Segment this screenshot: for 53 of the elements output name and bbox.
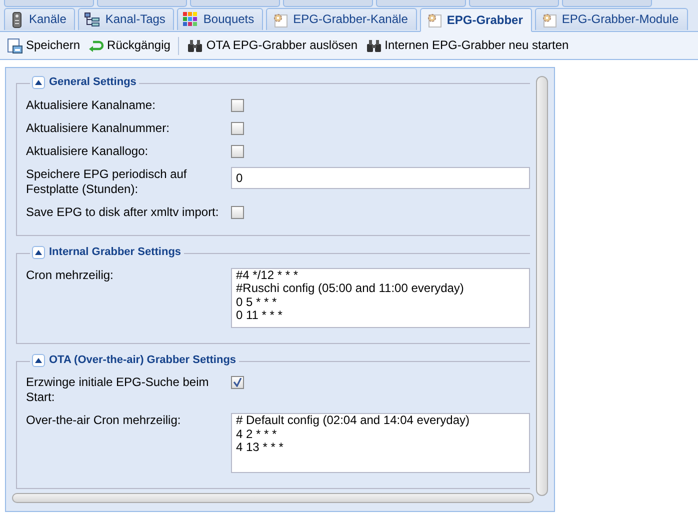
- field-label: Aktualisiere Kanalnummer:: [26, 120, 170, 136]
- textarea-field[interactable]: #4 */12 * * * #Ruschi config (05:00 and 11:00 everyday) 0 5 * * * 0 11 * * *: [231, 268, 530, 328]
- save-button[interactable]: Speichern: [4, 36, 84, 56]
- field-label: Save EPG to disk after xmltv import:: [26, 204, 220, 220]
- binoculars-icon: [187, 38, 204, 52]
- caret-icon: [35, 250, 42, 256]
- section-title: OTA (Over-the-air) Grabber Settings: [49, 354, 236, 368]
- section-title: Internal Grabber Settings: [49, 246, 182, 260]
- gear-icon: [540, 12, 557, 28]
- tab[interactable]: Kanäle: [4, 8, 76, 30]
- field-label: Speichere EPG periodisch auf Festplatte (Stunden):: [26, 166, 188, 197]
- tab[interactable]: Bouquets: [177, 8, 264, 30]
- remote-icon: [10, 12, 24, 28]
- collapse-toggle[interactable]: [32, 354, 45, 367]
- tab[interactable]: [283, 0, 373, 7]
- toolbar-button[interactable]: Internen EPG-Grabber neu starten: [362, 36, 572, 55]
- tab[interactable]: [469, 0, 559, 7]
- textarea-field[interactable]: # Default config (02:04 and 14:04 everyday) 4 2 * * * 4 13 * * *: [231, 413, 530, 474]
- horizontal-scrollbar[interactable]: [12, 493, 534, 503]
- field-label: Aktualisiere Kanallogo:: [26, 144, 150, 159]
- binoculars-icon: [366, 38, 382, 52]
- field-label: Over-the-air Cron mehrzeilig:: [26, 413, 182, 430]
- input-field[interactable]: 0: [231, 166, 530, 189]
- vertical-scrollbar[interactable]: [536, 76, 548, 496]
- gear-icon: [426, 12, 442, 28]
- field-label: Cron mehrzeilig:: [26, 268, 114, 284]
- tab[interactable]: [4, 0, 94, 7]
- caret-icon: [35, 80, 42, 86]
- tree-icon: [84, 12, 100, 28]
- grid-icon: [183, 12, 198, 27]
- collapse-toggle[interactable]: [32, 76, 45, 90]
- checkbox[interactable]: [231, 376, 244, 390]
- tab[interactable]: EPG-Grabber-Module: [534, 8, 688, 30]
- save-icon: [7, 38, 23, 54]
- checkbox[interactable]: [231, 98, 244, 112]
- tab[interactable]: EPG-Grabber: [420, 8, 532, 32]
- tab[interactable]: Kanal-Tags: [78, 8, 174, 30]
- tab[interactable]: [97, 0, 187, 7]
- tab[interactable]: EPG-Grabber-Kanäle: [266, 8, 417, 30]
- field-label: Aktualisiere Kanalname:: [26, 98, 156, 113]
- checkbox[interactable]: [231, 122, 244, 135]
- tab[interactable]: [190, 0, 280, 7]
- section-title: General Settings: [49, 76, 136, 90]
- field-label: Erzwinge initiale EPG-Suche beim Start:: [26, 375, 210, 406]
- tab[interactable]: [376, 0, 466, 7]
- collapse-toggle[interactable]: [32, 246, 45, 260]
- toolbar-button[interactable]: OTA EPG-Grabber auslösen: [184, 36, 361, 55]
- undo-button[interactable]: Rückgängig: [85, 36, 174, 56]
- caret-icon: [35, 358, 42, 363]
- checkbox[interactable]: [231, 206, 244, 219]
- checkbox[interactable]: [231, 144, 244, 158]
- tab[interactable]: [562, 0, 652, 7]
- gear-icon: [272, 12, 288, 28]
